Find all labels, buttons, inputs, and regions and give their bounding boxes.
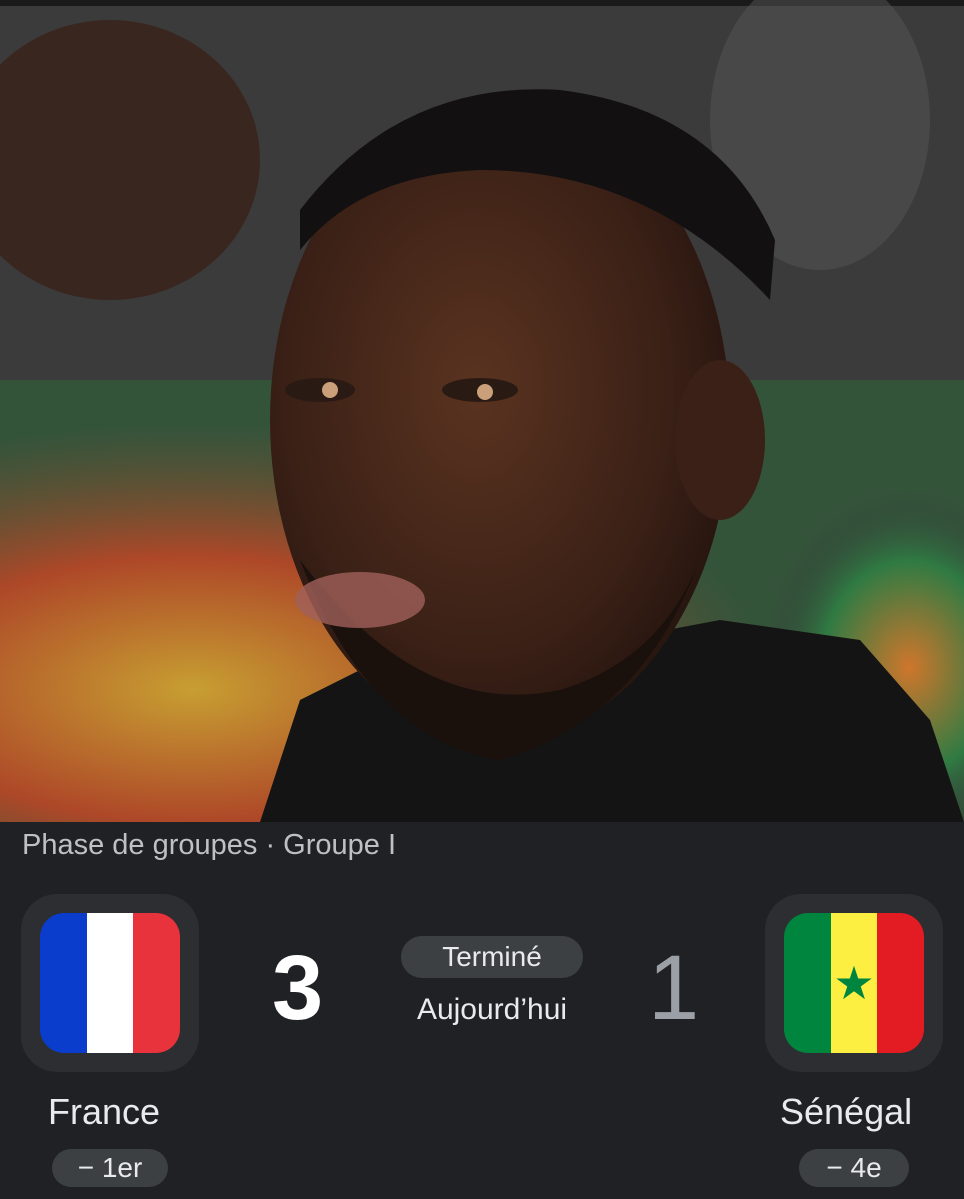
home-team-flag-tile[interactable]	[21, 894, 199, 1072]
match-status-badge: Terminé	[401, 936, 583, 978]
france-flag-icon	[40, 913, 180, 1053]
home-team-rank-badge: − 1er	[52, 1149, 168, 1187]
home-score: 3	[272, 937, 324, 1039]
player-photo	[0, 0, 964, 822]
away-team-name[interactable]: Sénégal	[780, 1092, 912, 1132]
match-card[interactable]: Phase de groupes · Groupe I 3 Terminé Au…	[0, 822, 964, 1199]
match-date: Aujourd’hui	[416, 993, 568, 1026]
away-team-flag-tile[interactable]: ★	[765, 894, 943, 1072]
star-icon: ★	[833, 956, 875, 1010]
away-team-rank-badge: − 4e	[799, 1149, 909, 1187]
away-score: 1	[648, 937, 700, 1039]
match-phase: Phase de groupes · Groupe I	[22, 829, 397, 861]
senegal-flag-icon: ★	[784, 913, 924, 1053]
home-team-name[interactable]: France	[48, 1092, 160, 1132]
